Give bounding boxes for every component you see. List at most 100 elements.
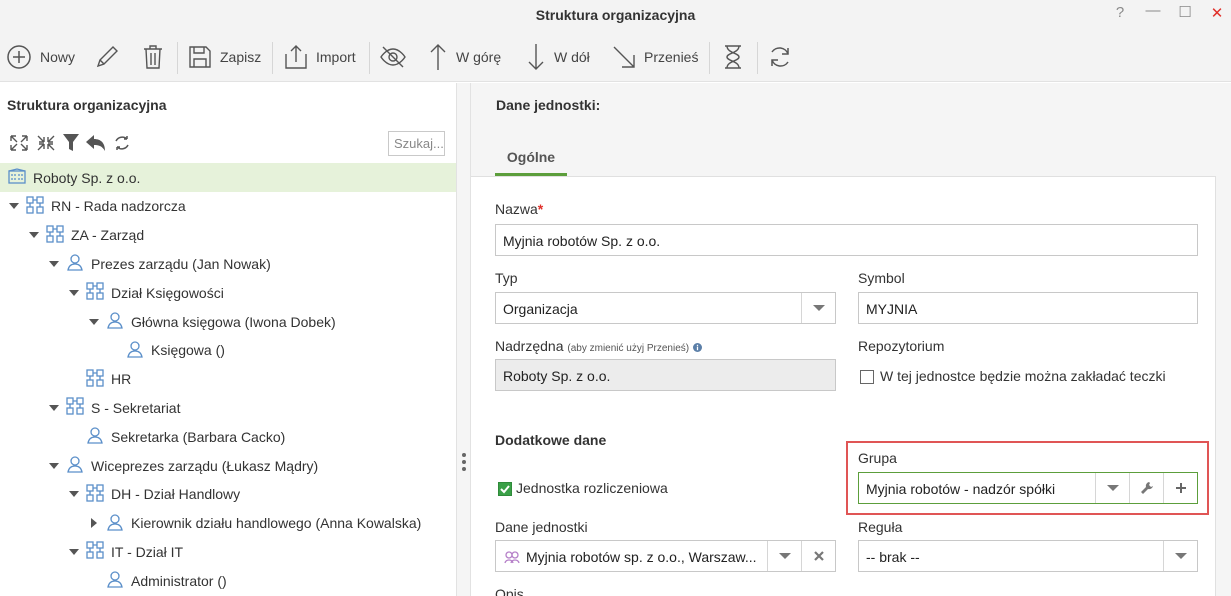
tree-item[interactable]: Administrator () [0,566,456,595]
org-unit-icon [86,282,104,303]
hourglass-icon [725,45,741,69]
tree-item[interactable]: S - Sekretariat [0,393,456,422]
collapsed-caret-icon[interactable] [88,518,100,529]
maximize-icon[interactable]: ☐ [1175,3,1195,21]
move-up-button[interactable]: W górę [428,40,501,74]
tree-item[interactable]: Roboty Sp. z o.o. [0,163,456,192]
expand-caret-icon[interactable] [68,289,80,296]
tree-item-label: Sekretarka (Barbara Cacko) [111,428,286,445]
group-select[interactable]: Myjnia robotów - nadzór spółki [858,472,1198,504]
refresh-icon [771,47,789,67]
collapse-all-icon[interactable] [35,133,57,156]
history-button[interactable] [722,40,744,74]
move-down-button[interactable]: W dół [526,40,590,74]
tree-item[interactable]: Księgowa () [0,336,456,365]
toolbar-separator [709,42,710,74]
expand-caret-icon[interactable] [88,318,100,325]
pencil-icon [96,46,118,68]
repository-checkbox[interactable] [860,370,874,384]
refresh-button[interactable] [768,40,792,74]
rule-dropdown-button[interactable] [1163,541,1197,571]
org-unit-icon [26,196,44,217]
building-icon [8,168,26,187]
type-select[interactable]: Organizacja [495,292,836,324]
person-icon [86,426,104,447]
tree-item[interactable]: Sekretarka (Barbara Cacko) [0,422,456,451]
save-button-label: Zapisz [220,49,262,65]
expand-caret-icon[interactable] [28,232,40,239]
unit-data-value: Myjnia robotów sp. z o.o., Warszaw... [526,549,757,565]
name-label-text: Nazwa [495,201,538,217]
delete-button[interactable] [141,40,165,74]
type-label: Typ [495,270,518,286]
tree-item[interactable]: IT - Dział IT [0,537,456,566]
expand-caret-icon[interactable] [68,491,80,498]
person-icon [106,311,124,332]
toolbar-separator [272,42,273,74]
tab-general[interactable]: Ogólne [495,145,567,176]
type-dropdown-button[interactable] [801,293,835,323]
tree-search-input[interactable]: Szukaj... [388,131,445,156]
expand-caret-icon[interactable] [48,404,60,411]
unit-data-dropdown-button[interactable] [767,541,801,571]
general-form: Nazwa* Myjnia robotów Sp. z o.o. Typ Org… [471,176,1216,596]
help-icon[interactable]: ? [1110,4,1130,21]
tree-item-label: Kierownik działu handlowego (Anna Kowals… [131,515,422,532]
rule-select[interactable]: -- brak -- [858,540,1198,572]
hide-button[interactable] [379,40,407,74]
tree-item-label: Wiceprezes zarządu (Łukasz Mądry) [91,457,319,474]
expand-caret-icon[interactable] [68,548,80,555]
tree-item[interactable]: Prezes zarządu (Jan Nowak) [0,249,456,278]
undo-icon[interactable] [85,133,107,156]
import-button[interactable]: Import [284,40,356,74]
expand-caret-icon[interactable] [8,203,20,210]
arrow-diagonal-icon [613,46,635,68]
group-edit-button[interactable] [1129,473,1163,503]
tree-item[interactable]: Kierownik działu handlowego (Anna Kowals… [0,509,456,538]
expand-caret-icon[interactable] [48,260,60,267]
save-button[interactable]: Zapisz [188,40,261,74]
person-icon [106,513,124,534]
upload-icon [285,45,307,69]
unit-data-select[interactable]: Myjnia robotów sp. z o.o., Warszaw... [495,540,836,572]
expand-caret-icon[interactable] [48,462,60,469]
tree-item[interactable]: Dział Księgowości [0,278,456,307]
name-input[interactable]: Myjnia robotów Sp. z o.o. [495,224,1198,256]
description-label: Opis [495,586,524,596]
chevron-down-icon [1174,553,1187,559]
tree-item-label: Dział Księgowości [111,284,224,301]
contact-card-icon [504,551,520,564]
tree-item[interactable]: DH - Dział Handlowy [0,480,456,509]
chevron-down-icon [812,305,825,311]
new-button[interactable]: Nowy [6,40,75,74]
parent-hint: (aby zmienić użyj Przenieś) [567,343,690,354]
edit-button[interactable] [94,40,120,74]
symbol-input[interactable]: MYJNIA [858,292,1198,324]
billing-unit-checkbox[interactable] [498,482,512,496]
symbol-label: Symbol [858,270,905,286]
eye-slash-icon [380,46,406,68]
filter-icon[interactable] [62,133,80,156]
unit-data-clear-button[interactable] [801,541,835,571]
rule-label: Reguła [858,519,903,535]
move-button-label: Przenieś [644,49,699,65]
group-add-button[interactable] [1163,473,1197,503]
toolbar-separator [177,42,178,74]
tree-item[interactable]: Wiceprezes zarządu (Łukasz Mądry) [0,451,456,480]
sync-icon[interactable] [112,133,132,156]
panel-splitter[interactable] [456,83,471,596]
org-unit-icon [86,368,104,390]
info-icon [693,343,702,352]
group-dropdown-button[interactable] [1095,473,1129,503]
move-button[interactable]: Przenieś [612,40,698,74]
minimize-icon[interactable]: — [1143,2,1163,19]
tree-item[interactable]: Główna księgowa (Iwona Dobek) [0,307,456,336]
tree-item[interactable]: HR [0,365,456,394]
import-button-label: Import [316,49,356,65]
org-unit-icon [86,484,104,505]
expand-all-icon[interactable] [8,133,30,156]
close-icon[interactable]: ✕ [1207,4,1227,22]
type-select-value: Organizacja [503,301,578,317]
tree-item[interactable]: ZA - Zarząd [0,221,456,250]
tree-item[interactable]: RN - Rada nadzorcza [0,192,456,221]
